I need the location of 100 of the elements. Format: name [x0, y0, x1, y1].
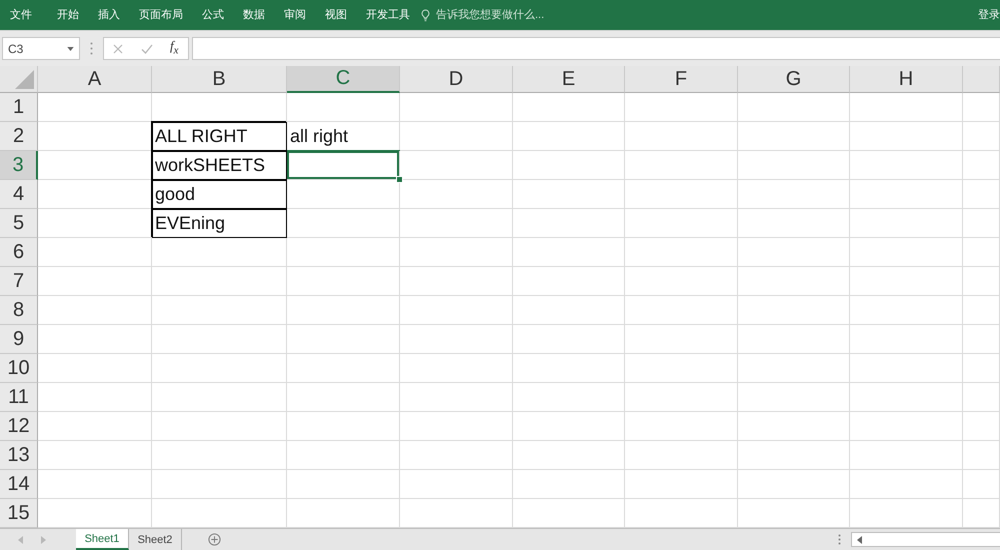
sheet-cell[interactable]: [850, 122, 963, 151]
sheet-cell[interactable]: [625, 441, 738, 470]
sheet-cell[interactable]: ALL RIGHT: [152, 122, 287, 151]
sheet-cell[interactable]: [625, 151, 738, 180]
sheet-cell[interactable]: [38, 441, 152, 470]
ribbon-tab[interactable]: 数据: [243, 8, 265, 22]
sheet-cell[interactable]: [400, 238, 513, 267]
sheet-cell[interactable]: [850, 180, 963, 209]
sheet-cell[interactable]: [400, 325, 513, 354]
vertical-dots-icon[interactable]: [838, 534, 841, 545]
sheet-cell[interactable]: [513, 122, 625, 151]
sheet-cell[interactable]: [38, 412, 152, 441]
sheet-cell[interactable]: [625, 296, 738, 325]
sheet-cell[interactable]: [963, 209, 1000, 238]
row-header[interactable]: 2: [0, 122, 38, 151]
right-arrow-icon[interactable]: [41, 536, 46, 544]
sheet-cell[interactable]: [850, 93, 963, 122]
row-header[interactable]: 7: [0, 267, 38, 296]
sheet-cell[interactable]: [287, 151, 400, 180]
row-header[interactable]: 1: [0, 93, 38, 122]
sheet-cell[interactable]: [850, 325, 963, 354]
row-header[interactable]: 4: [0, 180, 38, 209]
row-header[interactable]: 3: [0, 151, 38, 180]
sheet-cell[interactable]: [513, 238, 625, 267]
sheet-cell[interactable]: [287, 412, 400, 441]
sheet-cell[interactable]: [963, 325, 1000, 354]
column-header[interactable]: [963, 66, 1000, 93]
sheet-cell[interactable]: [738, 238, 850, 267]
sheet-cell[interactable]: [513, 354, 625, 383]
sheet-cell[interactable]: [400, 441, 513, 470]
sheet-cell[interactable]: [400, 383, 513, 412]
insert-function-button[interactable]: f$_{x}$: [168, 38, 180, 59]
sheet-cell[interactable]: EVEning: [152, 209, 287, 238]
column-header[interactable]: A: [38, 66, 152, 93]
sheet-cell[interactable]: [625, 238, 738, 267]
sheet-cell[interactable]: [625, 267, 738, 296]
sheet-cell[interactable]: [738, 151, 850, 180]
sheet-cell[interactable]: [152, 296, 287, 325]
left-arrow-icon[interactable]: [857, 536, 862, 544]
sheet-cell[interactable]: [963, 383, 1000, 412]
sheet-cell[interactable]: [400, 296, 513, 325]
sheet-cell[interactable]: [38, 93, 152, 122]
ribbon-tab[interactable]: 公式: [202, 8, 224, 22]
sheet-cell[interactable]: [152, 470, 287, 499]
sheet-tab[interactable]: Sheet2: [129, 529, 182, 550]
sheet-cell[interactable]: [152, 267, 287, 296]
sheet-cell[interactable]: [963, 151, 1000, 180]
sheet-cell[interactable]: [287, 180, 400, 209]
sheet-cell[interactable]: [513, 151, 625, 180]
sheet-cell[interactable]: [287, 93, 400, 122]
sheet-cell[interactable]: [513, 470, 625, 499]
row-header[interactable]: 8: [0, 296, 38, 325]
ribbon-tab[interactable]: 审阅: [284, 8, 306, 22]
column-header[interactable]: C: [287, 66, 400, 93]
ribbon-tab[interactable]: 开发工具: [366, 8, 410, 22]
sheet-cell[interactable]: [738, 209, 850, 238]
sheet-cell[interactable]: [738, 354, 850, 383]
ribbon-tab[interactable]: 页面布局: [139, 8, 183, 22]
sheet-cell[interactable]: [963, 122, 1000, 151]
column-header[interactable]: H: [850, 66, 963, 93]
row-header[interactable]: 9: [0, 325, 38, 354]
sheet-cell[interactable]: [963, 296, 1000, 325]
sheet-cell[interactable]: [738, 180, 850, 209]
column-header[interactable]: E: [513, 66, 625, 93]
sheet-cell[interactable]: [513, 267, 625, 296]
sheet-cell[interactable]: [287, 325, 400, 354]
sheet-cell[interactable]: [850, 412, 963, 441]
sheet-cell[interactable]: [513, 383, 625, 412]
sheet-cell[interactable]: [850, 383, 963, 412]
sheet-cell[interactable]: [287, 441, 400, 470]
sheet-cell[interactable]: [625, 383, 738, 412]
sheet-cell[interactable]: [38, 470, 152, 499]
ribbon-tab[interactable]: 开始: [57, 8, 79, 22]
ribbon-tab[interactable]: 插入: [98, 8, 120, 22]
row-header[interactable]: 14: [0, 470, 38, 499]
sheet-cell[interactable]: [513, 209, 625, 238]
sheet-cell[interactable]: [963, 441, 1000, 470]
column-header[interactable]: G: [738, 66, 850, 93]
sheet-cell[interactable]: [850, 267, 963, 296]
sheet-cell[interactable]: [738, 296, 850, 325]
column-header[interactable]: D: [400, 66, 513, 93]
sheet-cell[interactable]: [963, 93, 1000, 122]
sheet-cell[interactable]: [287, 354, 400, 383]
sheet-cell[interactable]: [850, 238, 963, 267]
sheet-cell[interactable]: [152, 354, 287, 383]
sheet-cell[interactable]: [513, 93, 625, 122]
select-all-button[interactable]: [0, 66, 38, 93]
sheet-cell[interactable]: all right: [287, 122, 400, 151]
row-header[interactable]: 13: [0, 441, 38, 470]
row-header[interactable]: 15: [0, 499, 38, 528]
sheet-cell[interactable]: [963, 238, 1000, 267]
sheet-cell[interactable]: [400, 470, 513, 499]
ribbon-tab[interactable]: 文件: [10, 8, 32, 22]
sheet-cell[interactable]: [850, 354, 963, 383]
sheet-cell[interactable]: [738, 325, 850, 354]
sheet-cell[interactable]: [625, 122, 738, 151]
sheet-cell[interactable]: [38, 383, 152, 412]
sheet-cell[interactable]: workSHEETS: [152, 151, 287, 180]
sheet-cell[interactable]: [152, 441, 287, 470]
sheet-cell[interactable]: [850, 209, 963, 238]
